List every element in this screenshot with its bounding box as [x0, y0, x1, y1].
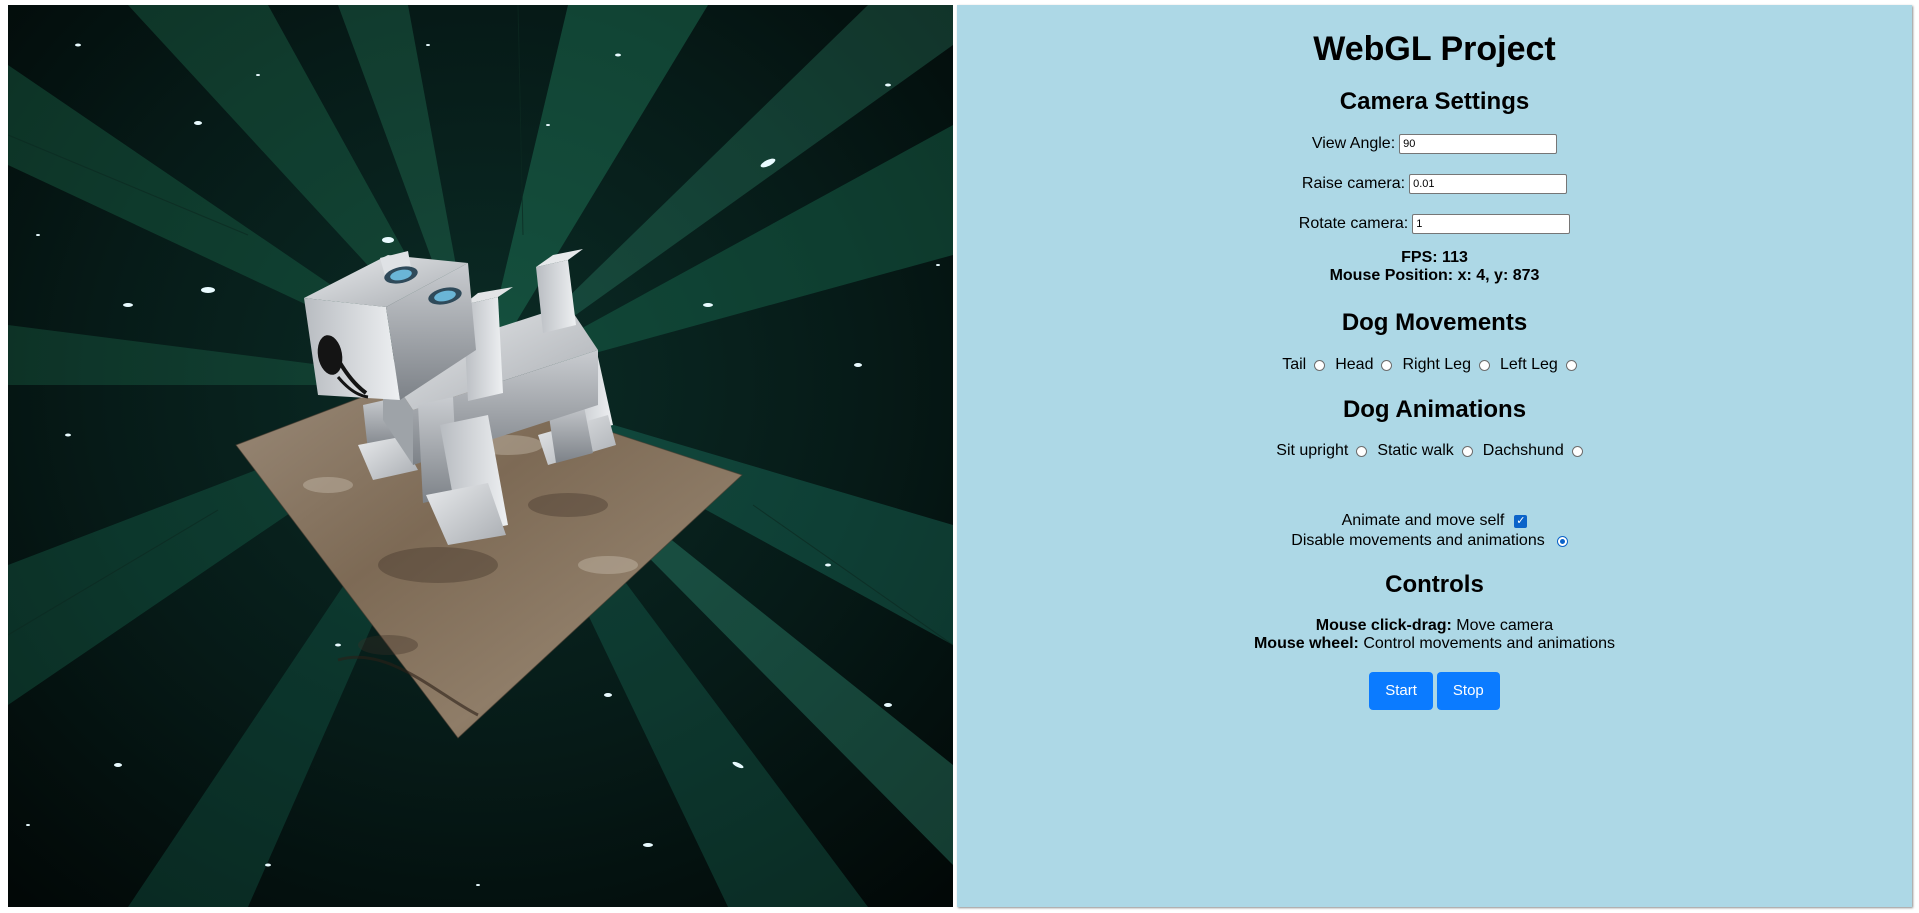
mouse-wheel-help: Mouse wheel: Control movements and anima… [957, 635, 1912, 653]
animation-sit-upright-radio[interactable] [1356, 445, 1368, 457]
animation-sit-upright-label: Sit upright [1276, 442, 1349, 459]
disable-all-radio[interactable] [1556, 535, 1568, 547]
mouse-wheel-text: Control movements and animations [1363, 635, 1616, 652]
movement-right-leg-label: Right Leg [1402, 356, 1471, 373]
scene-render [8, 5, 953, 907]
raise-camera-input[interactable] [1409, 174, 1568, 194]
movement-head-label: Head [1335, 356, 1374, 373]
raise-camera-label: Raise camera: [1301, 175, 1406, 192]
fps-label: FPS: [1401, 249, 1438, 266]
fps-readout: FPS: 113 [957, 249, 1912, 267]
dog-animations-options: Sit upright Static walk Dachshund [957, 440, 1912, 462]
controls-heading: Controls [1385, 571, 1484, 598]
dog-animations-heading: Dog Animations [1342, 396, 1527, 423]
animation-dachshund-radio[interactable] [1571, 445, 1583, 457]
mouse-position-readout: Mouse Position: x: 4, y: 873 [957, 267, 1912, 285]
start-button[interactable]: Start [1369, 672, 1433, 710]
rotate-camera-input[interactable] [1412, 214, 1571, 234]
mouse-drag-text: Move camera [1456, 617, 1554, 634]
webgl-canvas[interactable] [8, 5, 953, 907]
animate-self-checkbox[interactable]: ✓ [1514, 514, 1528, 528]
rotate-camera-row: Rotate camera: [957, 213, 1912, 235]
mouse-position-value: x: 4, y: 873 [1457, 267, 1540, 284]
movement-right-leg-radio[interactable] [1478, 359, 1490, 371]
mouse-position-label: Mouse Position: [1329, 267, 1454, 284]
camera-settings-heading: Camera Settings [1339, 88, 1530, 115]
movement-left-leg-radio[interactable] [1565, 359, 1577, 371]
movement-tail-label: Tail [1282, 356, 1307, 373]
page-title: WebGL Project [1313, 30, 1556, 68]
mouse-wheel-label: Mouse wheel: [1253, 635, 1359, 652]
dog-movements-options: Tail Head Right Leg Left Leg [957, 354, 1912, 376]
mouse-drag-help: Mouse click-drag: Move camera [957, 617, 1912, 635]
disable-all-row: Disable movements and animations [957, 530, 1912, 552]
button-row: Start Stop [957, 672, 1912, 710]
view-angle-label: View Angle: [1311, 135, 1396, 152]
raise-camera-row: Raise camera: [957, 173, 1912, 195]
movement-head-radio[interactable] [1381, 359, 1393, 371]
view-angle-input[interactable] [1399, 134, 1558, 154]
animation-dachshund-label: Dachshund [1482, 442, 1564, 459]
mouse-drag-label: Mouse click-drag: [1315, 617, 1452, 634]
rotate-camera-label: Rotate camera: [1298, 215, 1409, 232]
view-angle-row: View Angle: [957, 133, 1912, 155]
animate-self-row: Animate and move self ✓ [957, 510, 1912, 532]
movement-left-leg-label: Left Leg [1499, 356, 1558, 373]
movement-tail-radio[interactable] [1314, 359, 1326, 371]
animation-static-walk-label: Static walk [1377, 442, 1454, 459]
control-panel: WebGL Project Camera Settings View Angle… [957, 5, 1912, 907]
stop-button[interactable]: Stop [1436, 672, 1500, 710]
animation-static-walk-radio[interactable] [1461, 445, 1473, 457]
disable-all-label: Disable movements and animations [1291, 532, 1545, 549]
animate-self-label: Animate and move self [1341, 512, 1505, 529]
dog-movements-heading: Dog Movements [1341, 309, 1528, 336]
fps-value: 113 [1442, 249, 1468, 266]
